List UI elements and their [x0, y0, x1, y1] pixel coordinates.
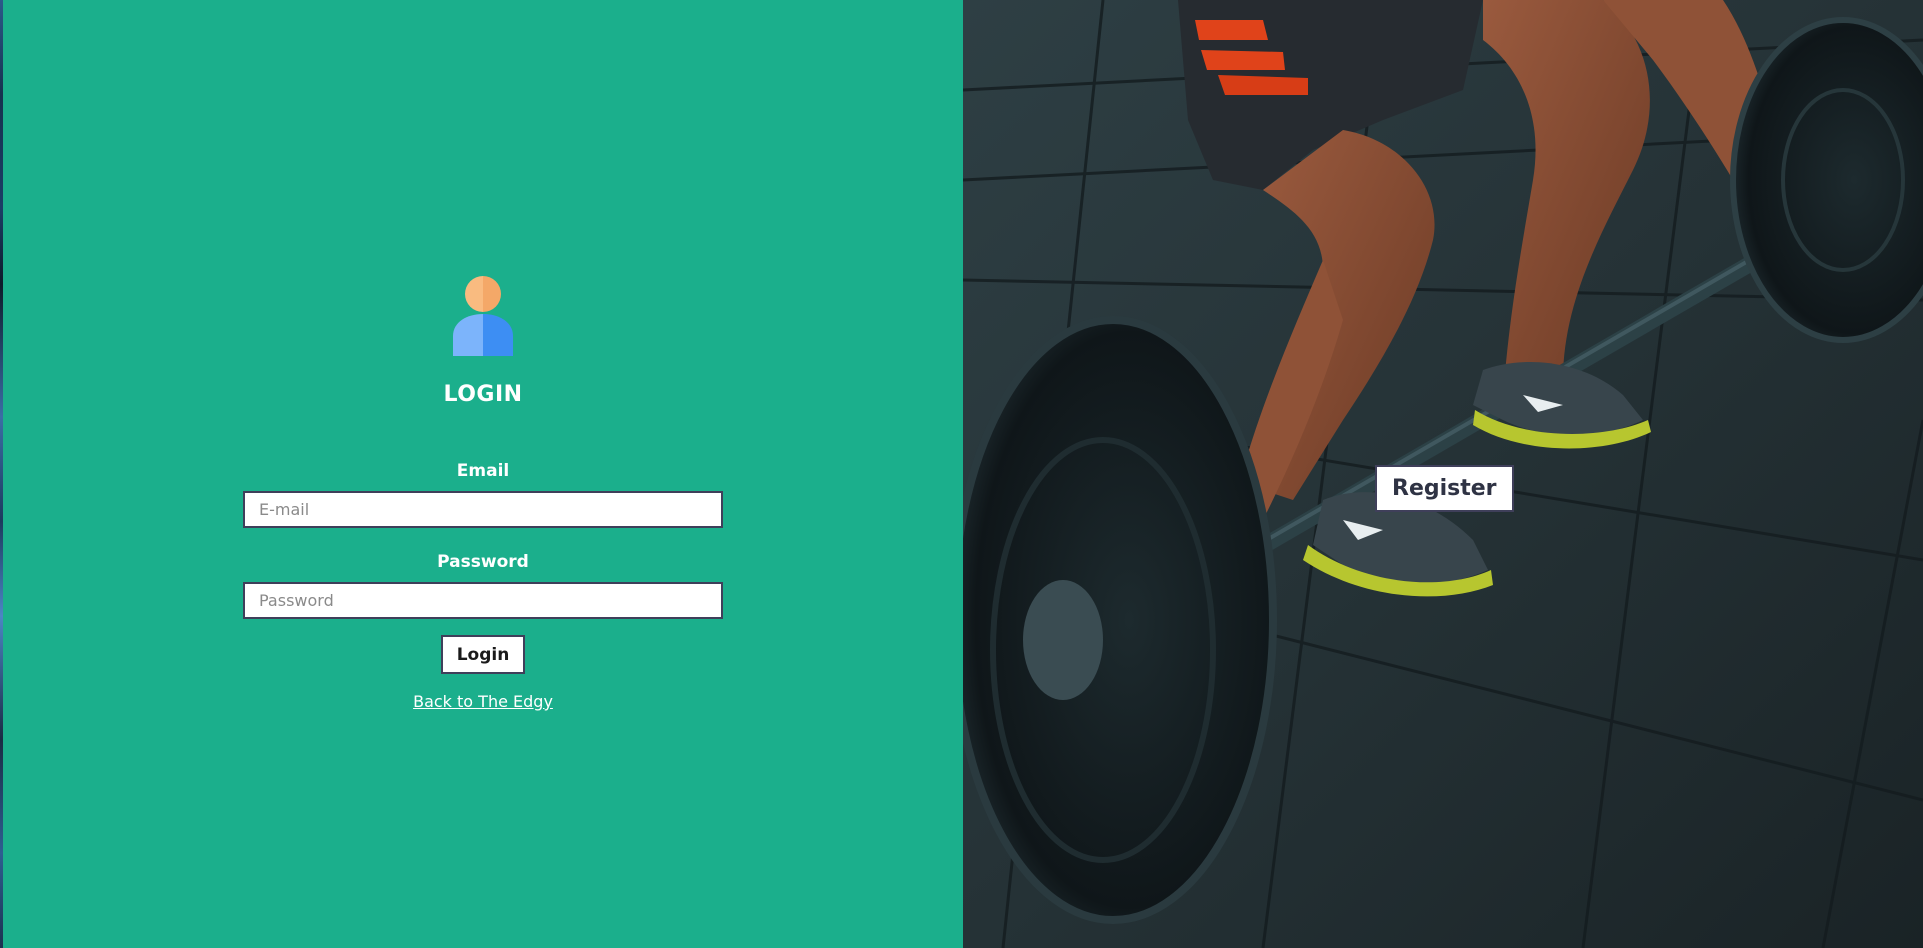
register-button[interactable]: Register — [1375, 465, 1514, 512]
email-input[interactable] — [243, 491, 723, 528]
login-button[interactable]: Login — [440, 635, 526, 674]
login-form: LOGIN Email Password Login Back to The E… — [243, 272, 723, 711]
window-edge — [0, 0, 3, 948]
password-label: Password — [437, 552, 529, 572]
user-icon — [453, 276, 513, 356]
login-title: LOGIN — [443, 382, 523, 407]
login-page: LOGIN Email Password Login Back to The E… — [0, 0, 1923, 948]
photo-panel: Register — [963, 0, 1923, 948]
login-panel: LOGIN Email Password Login Back to The E… — [0, 0, 963, 948]
email-label: Email — [456, 461, 510, 481]
password-input[interactable] — [243, 582, 723, 619]
back-to-home-link[interactable]: Back to The Edgy — [413, 692, 553, 711]
